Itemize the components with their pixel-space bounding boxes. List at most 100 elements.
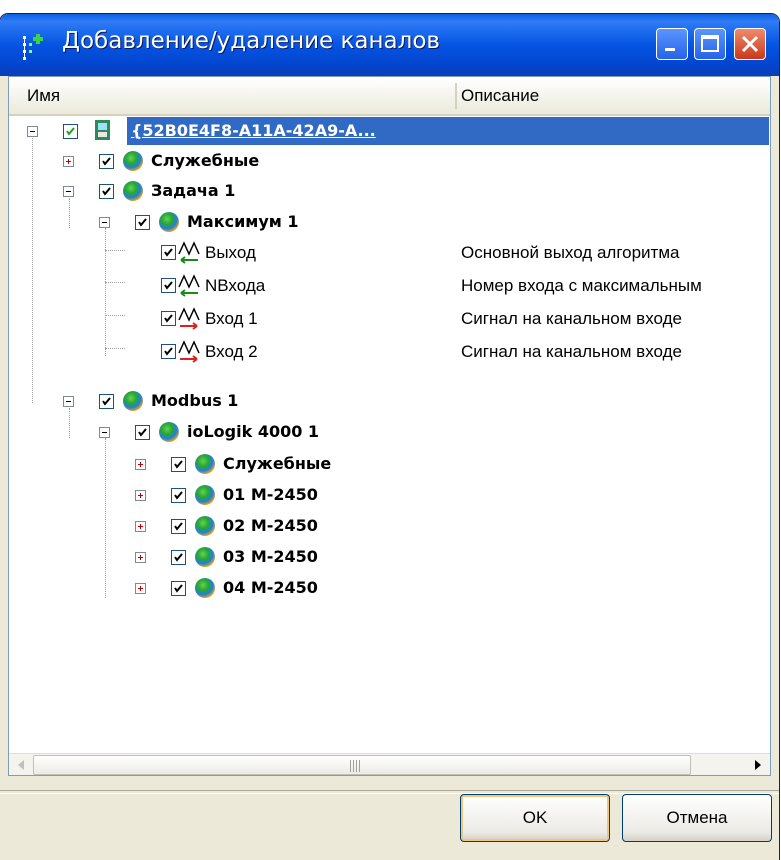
column-separator[interactable] xyxy=(455,83,457,109)
close-icon xyxy=(741,35,759,53)
expand-icon[interactable] xyxy=(135,521,146,532)
cancel-button[interactable]: Отмена xyxy=(622,794,772,842)
checkmark-icon xyxy=(174,491,183,500)
checkmark-icon xyxy=(174,553,183,562)
dialog-window: Добавление/удаление каналов Имя Описание xyxy=(0,14,779,860)
node-label: ioLogik 4000 1 xyxy=(187,422,320,441)
channel-checkbox[interactable] xyxy=(161,278,176,293)
channels-tree-list[interactable]: Имя Описание {52B0E4F8-A11A-42A9-A... Сл… xyxy=(8,76,771,776)
node-label: Задача 1 xyxy=(151,181,236,200)
tree-node-modbus[interactable]: Modbus 1 xyxy=(9,386,770,416)
arrow-right-icon xyxy=(755,760,761,770)
group-icon xyxy=(195,547,215,567)
checkmark-icon xyxy=(164,281,173,290)
tree-node-channel[interactable]: NВхода Номер входа с максимальным xyxy=(9,271,770,301)
tree-node-channel[interactable]: Вход 2 Сигнал на канальном входе xyxy=(9,337,770,367)
tree-node-root[interactable]: {52B0E4F8-A11A-42A9-A... xyxy=(9,116,770,146)
column-description-header[interactable]: Описание xyxy=(461,77,539,114)
tree-node-iologik-child[interactable]: Служебные xyxy=(9,449,770,479)
collapse-icon[interactable] xyxy=(99,427,110,438)
group-icon xyxy=(123,151,143,171)
group-icon xyxy=(123,391,143,411)
tree-node-iologik[interactable]: ioLogik 4000 1 xyxy=(9,417,770,447)
expand-icon[interactable] xyxy=(135,552,146,563)
node-checkbox[interactable] xyxy=(99,154,114,169)
channel-checkbox[interactable] xyxy=(161,311,176,326)
output-signal-icon xyxy=(178,241,200,264)
checkmark-icon xyxy=(138,218,147,227)
channel-checkbox[interactable] xyxy=(161,344,176,359)
scrollbar-thumb[interactable] xyxy=(33,755,691,775)
node-label: Служебные xyxy=(151,151,260,170)
tree-view: {52B0E4F8-A11A-42A9-A... Служебные Задач… xyxy=(9,116,770,712)
scroll-left-button[interactable] xyxy=(10,755,32,775)
channel-description: Сигнал на канальном входе xyxy=(461,342,682,361)
column-name-header[interactable]: Имя xyxy=(27,77,60,114)
checkmark-icon xyxy=(66,127,75,136)
checkmark-icon xyxy=(102,157,111,166)
tree-node-channel[interactable]: Выход Основной выход алгоритма xyxy=(9,238,770,268)
input-signal-icon xyxy=(178,307,200,330)
group-icon xyxy=(159,212,179,232)
checkmark-icon xyxy=(174,522,183,531)
minimize-button[interactable] xyxy=(656,28,688,60)
checkmark-icon xyxy=(174,460,183,469)
node-checkbox[interactable] xyxy=(171,581,186,596)
node-checkbox[interactable] xyxy=(171,550,186,565)
ok-button[interactable]: OK xyxy=(460,794,610,842)
node-checkbox[interactable] xyxy=(171,488,186,503)
group-icon xyxy=(195,578,215,598)
tree-node-iologik-child[interactable]: 03 M-2450 xyxy=(9,542,770,572)
tree-node-iologik-child[interactable]: 04 M-2450 xyxy=(9,573,770,603)
tree-node-channel[interactable]: Вход 1 Сигнал на канальном входе xyxy=(9,304,770,334)
tree-node-sluzhebnye[interactable]: Служебные xyxy=(9,146,770,176)
channel-label: Вход 2 xyxy=(205,342,258,361)
node-label: 04 M-2450 xyxy=(223,578,318,597)
maximize-button[interactable] xyxy=(694,28,726,60)
checkmark-icon xyxy=(164,314,173,323)
channel-label: NВхода xyxy=(205,276,266,295)
channel-checkbox[interactable] xyxy=(161,245,176,260)
tree-node-iologik-child[interactable]: 01 M-2450 xyxy=(9,480,770,510)
root-checkbox[interactable] xyxy=(63,124,78,139)
collapse-icon[interactable] xyxy=(27,126,38,137)
checkmark-icon xyxy=(174,584,183,593)
node-checkbox[interactable] xyxy=(99,184,114,199)
tree-node-zadacha[interactable]: Задача 1 xyxy=(9,176,770,206)
expand-icon[interactable] xyxy=(135,583,146,594)
column-header: Имя Описание xyxy=(9,77,770,116)
window-title: Добавление/удаление каналов xyxy=(62,28,440,54)
channel-label: Вход 1 xyxy=(205,309,258,328)
node-checkbox[interactable] xyxy=(135,215,150,230)
root-label: {52B0E4F8-A11A-42A9-A... xyxy=(131,121,376,140)
tree-node-maximum[interactable]: Максимум 1 xyxy=(9,207,770,237)
channel-label: Выход xyxy=(205,243,256,262)
node-label: Modbus 1 xyxy=(151,391,239,410)
node-checkbox[interactable] xyxy=(171,519,186,534)
node-checkbox[interactable] xyxy=(99,394,114,409)
node-label: Максимум 1 xyxy=(187,212,299,231)
expand-icon[interactable] xyxy=(135,490,146,501)
close-button[interactable] xyxy=(734,28,766,60)
grip-icon xyxy=(350,760,360,772)
group-icon xyxy=(195,516,215,536)
channel-description: Основной выход алгоритма xyxy=(461,243,680,262)
channel-description: Сигнал на канальном входе xyxy=(461,309,682,328)
checkmark-icon xyxy=(102,397,111,406)
node-checkbox[interactable] xyxy=(135,425,150,440)
output-signal-icon xyxy=(178,274,200,297)
collapse-icon[interactable] xyxy=(63,396,74,407)
title-bar[interactable]: Добавление/удаление каналов xyxy=(0,14,779,76)
scroll-right-button[interactable] xyxy=(747,755,769,775)
collapse-icon[interactable] xyxy=(99,217,110,228)
horizontal-scrollbar[interactable] xyxy=(9,753,770,775)
group-icon xyxy=(123,181,143,201)
node-checkbox[interactable] xyxy=(171,457,186,472)
group-icon xyxy=(195,454,215,474)
tree-node-iologik-child[interactable]: 02 M-2450 xyxy=(9,511,770,541)
expand-icon[interactable] xyxy=(63,156,74,167)
collapse-icon[interactable] xyxy=(63,186,74,197)
node-label: 01 M-2450 xyxy=(223,485,318,504)
device-icon xyxy=(95,120,110,140)
expand-icon[interactable] xyxy=(135,459,146,470)
